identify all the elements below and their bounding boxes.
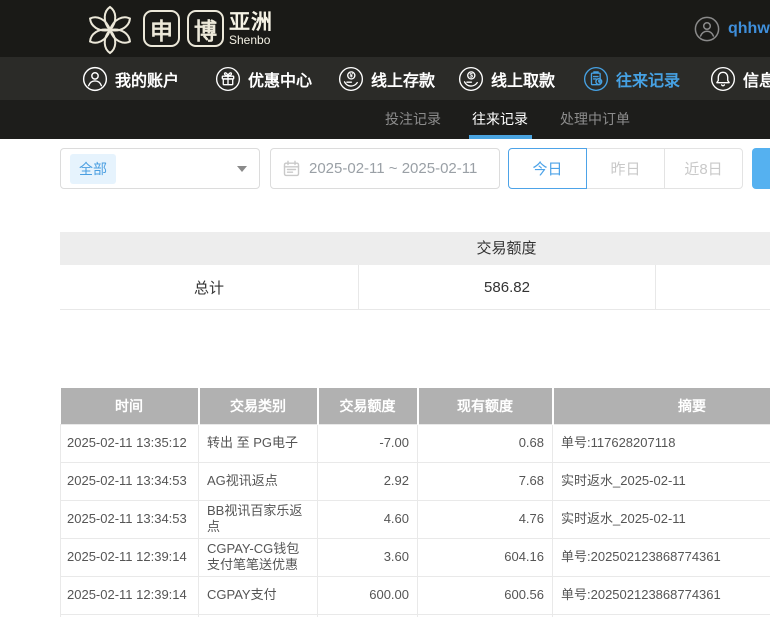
brand-region-en: Shenbo: [229, 34, 273, 46]
cell-balance: 600.56: [418, 576, 553, 614]
clipboard-clock-icon: [583, 66, 609, 92]
nav-label: 线上存款: [371, 67, 435, 91]
brand-logo: 申 博 亚洲 Shenbo: [84, 0, 273, 57]
search-button[interactable]: [752, 148, 770, 189]
brand-region-cn: 亚洲: [229, 12, 273, 33]
brand-char-2: 博: [194, 12, 217, 46]
column-header-balance: 现有额度: [418, 388, 553, 424]
brand-char-box-2: 博: [187, 10, 224, 47]
main-navigation: 我的账户 优惠中心 ¥ 线上存款: [0, 57, 770, 100]
column-header-time: 时间: [61, 388, 199, 424]
user-icon: [82, 66, 108, 92]
nav-item-promotions[interactable]: 优惠中心: [215, 57, 312, 100]
cell-type: 转出 至 PG电子: [199, 424, 318, 462]
table-header-row: 时间 交易类别 交易额度 现有额度 摘要: [61, 388, 770, 424]
user-account-area[interactable]: qhhw2: [694, 0, 770, 57]
today-button[interactable]: 今日: [508, 148, 587, 189]
category-selected-chip: 全部: [70, 154, 116, 184]
bell-icon: [710, 66, 736, 92]
column-header-type: 交易类别: [199, 388, 318, 424]
flower-icon: [84, 4, 136, 56]
cell-time: 2025-02-11 13:35:12: [61, 424, 199, 462]
date-range-value: 2025-02-11 ~ 2025-02-11: [309, 160, 477, 177]
nav-item-transactions[interactable]: 往来记录: [583, 57, 680, 100]
date-range-picker[interactable]: 2025-02-11 ~ 2025-02-11: [270, 148, 500, 189]
cell-type: AG视讯返点: [199, 462, 318, 500]
calendar-icon: [283, 160, 300, 177]
cell-balance: 0.68: [418, 424, 553, 462]
svg-text:$: $: [470, 72, 474, 79]
top-header-bar: 申 博 亚洲 Shenbo qhhw2: [0, 0, 770, 57]
table-row: 2025-02-11 13:34:53 AG视讯返点 2.92 7.68 实时返…: [61, 462, 770, 500]
svg-text:¥: ¥: [350, 72, 354, 79]
nav-item-messages[interactable]: 信息: [710, 57, 770, 100]
nav-label: 线上取款: [491, 67, 555, 91]
cell-time: 2025-02-11 13:34:53: [61, 462, 199, 500]
cell-type: CGPAY支付: [199, 576, 318, 614]
last-8-days-button[interactable]: 近8日: [664, 148, 743, 189]
cell-balance: 4.76: [418, 500, 553, 538]
chevron-down-icon: [237, 166, 247, 172]
cell-amount: 4.60: [318, 500, 418, 538]
nav-label: 优惠中心: [248, 67, 312, 91]
column-header-memo: 摘要: [553, 388, 770, 424]
records-tab-bar: 投注记录 往来记录 处理中订单: [0, 100, 770, 139]
table-row: 2025-02-11 12:39:14 CGPAY支付 600.00 600.5…: [61, 576, 770, 614]
cell-balance: 604.16: [418, 538, 553, 576]
brand-region: 亚洲 Shenbo: [229, 12, 273, 46]
summary-total-row: 总计 586.82: [60, 265, 770, 310]
transaction-records-table: 时间 交易类别 交易额度 现有额度 摘要 2025-02-11 13:35:12…: [60, 388, 770, 617]
tab-transaction-records[interactable]: 往来记录: [472, 100, 528, 139]
table-row: 2025-02-11 13:34:53 BB视讯百家乐返点 4.60 4.76 …: [61, 500, 770, 538]
cell-time: 2025-02-11 13:34:53: [61, 500, 199, 538]
cell-balance: 7.68: [418, 462, 553, 500]
cell-amount: 3.60: [318, 538, 418, 576]
withdraw-coin-icon: $: [458, 66, 484, 92]
cell-type: BB视讯百家乐返点: [199, 500, 318, 538]
nav-item-my-account[interactable]: 我的账户: [82, 57, 179, 100]
cell-amount: -7.00: [318, 424, 418, 462]
quick-date-buttons: 今日 昨日 近8日: [508, 148, 743, 189]
table-row: 2025-02-11 13:35:12 转出 至 PG电子 -7.00 0.68…: [61, 424, 770, 462]
summary-total-label: 总计: [60, 265, 358, 309]
gift-icon: [215, 66, 241, 92]
cell-type: CGPAY-CG钱包支付笔笔送优惠: [199, 538, 318, 576]
summary-header-row: 交易额度: [60, 232, 770, 265]
cell-memo: 实时返水_2025-02-11: [553, 500, 770, 538]
nav-label: 信息: [743, 67, 770, 91]
brand-char-1: 申: [150, 12, 173, 46]
tab-betting-records[interactable]: 投注记录: [385, 100, 441, 139]
cell-memo: 单号:117628207118: [553, 424, 770, 462]
summary-table: 交易额度 总计 586.82: [60, 232, 770, 310]
active-tab-underline: [469, 135, 532, 139]
summary-total-value: 586.82: [358, 265, 655, 309]
nav-item-withdraw[interactable]: $ 线上取款: [458, 57, 555, 100]
summary-empty-cell: [655, 265, 770, 309]
nav-label: 往来记录: [616, 67, 680, 91]
nav-label: 我的账户: [115, 67, 179, 91]
brand-char-box-1: 申: [143, 10, 180, 47]
column-header-amount: 交易额度: [318, 388, 418, 424]
page: 申 博 亚洲 Shenbo qhhw2 我的账户: [0, 0, 770, 617]
category-select[interactable]: 全部: [60, 148, 260, 189]
table-row: 2025-02-11 12:39:14 CGPAY-CG钱包支付笔笔送优惠 3.…: [61, 538, 770, 576]
tab-pending-orders[interactable]: 处理中订单: [560, 100, 630, 139]
cell-memo: 单号:202502123868774361: [553, 576, 770, 614]
username-link[interactable]: qhhw2: [728, 20, 770, 38]
cell-memo: 单号:202502123868774361: [553, 538, 770, 576]
cell-time: 2025-02-11 12:39:14: [61, 576, 199, 614]
deposit-coin-icon: ¥: [338, 66, 364, 92]
cell-time: 2025-02-11 12:39:14: [61, 538, 199, 576]
cell-amount: 2.92: [318, 462, 418, 500]
cell-memo: 实时返水_2025-02-11: [553, 462, 770, 500]
nav-item-deposit[interactable]: ¥ 线上存款: [338, 57, 435, 100]
yesterday-button[interactable]: 昨日: [586, 148, 665, 189]
cell-amount: 600.00: [318, 576, 418, 614]
summary-column-header: 交易额度: [358, 232, 655, 265]
user-circle-icon: [694, 16, 720, 42]
